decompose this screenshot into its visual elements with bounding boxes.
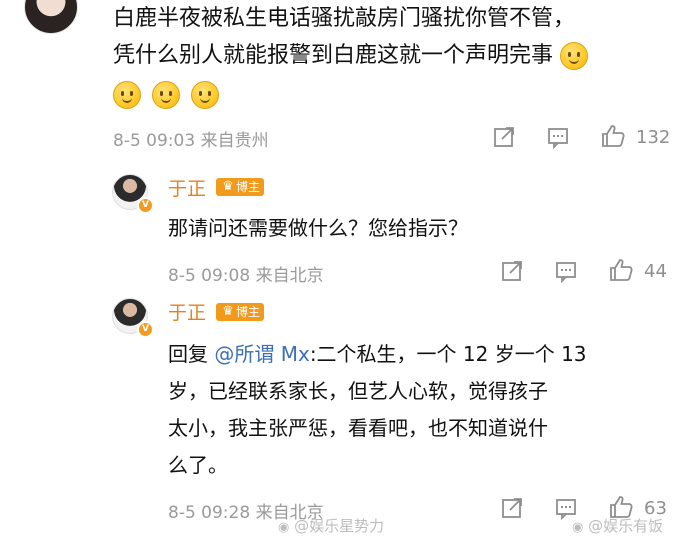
crown-icon: ♛ (222, 179, 234, 194)
like-count: 132 (636, 127, 671, 148)
emoji-row (113, 76, 588, 113)
comment-icon[interactable] (546, 125, 570, 155)
share-icon[interactable] (500, 496, 524, 526)
weibo-logo-icon: ◉ (572, 520, 584, 535)
smile-emoji-icon (560, 42, 589, 70)
smile-emoji-icon (152, 81, 180, 109)
watermark: ◉ @娱乐星势力 (278, 517, 385, 535)
comment-text: 白鹿半夜被私生电话骚扰敲房门骚扰你管不管， 凭什么别人就能报警到白鹿这就一个声明… (113, 0, 589, 113)
commenter-avatar[interactable] (24, 0, 78, 34)
weibo-logo-icon: ◉ (278, 520, 290, 535)
comment-meta: 8-5 09:03 来自贵州 (113, 131, 269, 151)
comment-icon[interactable] (554, 259, 578, 289)
reply-line-4: 么了。 (168, 453, 228, 477)
reply-meta: 8-5 09:08 来自北京 (168, 266, 324, 286)
reply-line-3: 太小，我主张严惩，看看吧，也不知道说什 (168, 416, 548, 440)
reply-line-2: 岁，已经联系家长，但艺人心软，觉得孩子 (168, 379, 548, 403)
reply-text: 那请问还需要做什么？您给指示？ (168, 216, 468, 240)
smile-emoji-icon (191, 81, 219, 109)
share-icon[interactable] (492, 125, 516, 155)
like-icon[interactable] (600, 123, 626, 155)
share-icon[interactable] (500, 259, 524, 289)
reply-username[interactable]: 于正 (168, 174, 206, 201)
comment-line-2: 凭什么别人就能报警到白鹿这就一个声明完事 (113, 37, 589, 74)
verified-v-icon: V (137, 321, 154, 338)
watermark: ◉ @娱乐有饭 (572, 517, 664, 535)
reply-username[interactable]: 于正 (168, 298, 206, 325)
like-count: 44 (644, 261, 667, 282)
like-icon[interactable] (608, 257, 634, 289)
mention-link[interactable]: @所谓 Mx (214, 342, 309, 366)
comment-line-1: 白鹿半夜被私生电话骚扰敲房门骚扰你管不管， (113, 6, 576, 31)
verified-v-icon: V (137, 197, 154, 214)
reply-line-1: 回复 @所谓 Mx:二个私生，一个 12 岁一个 13 (168, 342, 587, 366)
crown-icon: ♛ (222, 304, 234, 319)
reply-text: 回复 @所谓 Mx:二个私生，一个 12 岁一个 13 岁，已经联系家长，但艺人… (168, 336, 678, 484)
smile-emoji-icon (113, 81, 141, 109)
